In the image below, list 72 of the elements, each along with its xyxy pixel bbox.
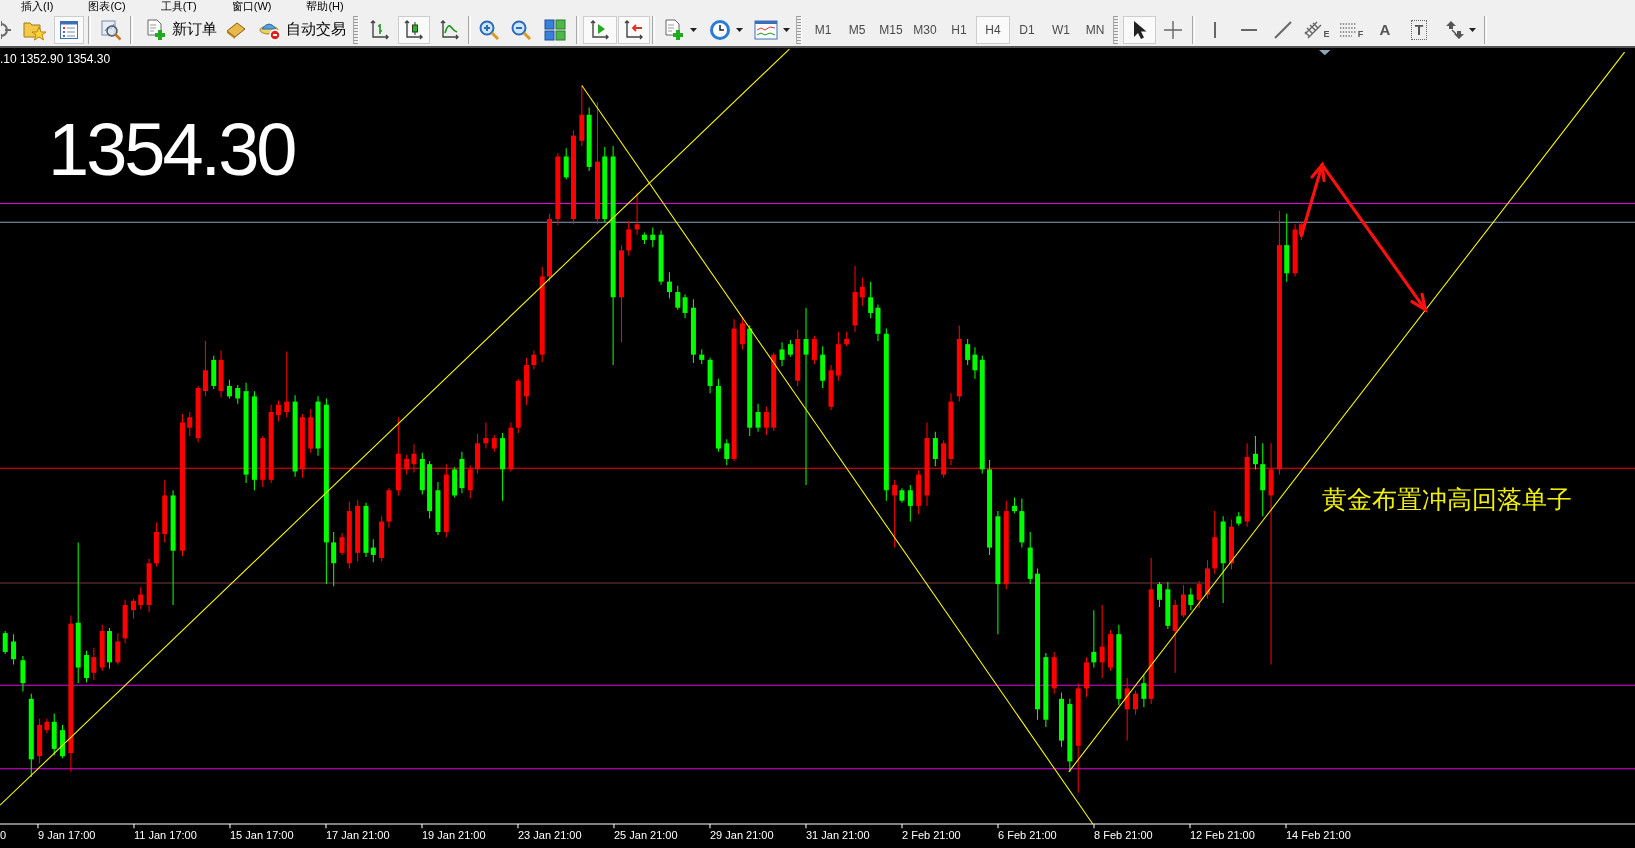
up-down-arrows-icon bbox=[1446, 19, 1464, 40]
time-label: 25 Jan 21:00 bbox=[614, 829, 678, 842]
vertical-line-icon bbox=[1213, 20, 1217, 39]
caret-icon bbox=[690, 27, 697, 32]
time-label: 2 Feb 21:00 bbox=[902, 829, 961, 842]
cursor-button[interactable] bbox=[1123, 15, 1156, 44]
timeframe-button[interactable]: H4 bbox=[976, 15, 1010, 44]
time-label: 9 Jan 17:00 bbox=[38, 829, 96, 842]
dotted-lines-icon bbox=[1338, 21, 1357, 38]
time-label: 15 Jan 17:00 bbox=[230, 829, 294, 842]
line-chart-icon bbox=[439, 18, 461, 41]
new-order-button[interactable]: 新订单 bbox=[140, 15, 218, 44]
menu-item[interactable]: 工具(T) bbox=[160, 0, 197, 13]
time-label: 23 Jan 21:00 bbox=[518, 829, 582, 842]
caret-icon bbox=[1469, 27, 1476, 32]
diagonal-line-icon bbox=[1274, 20, 1292, 39]
timeframe-button[interactable]: W1 bbox=[1044, 15, 1078, 44]
timeframe-button[interactable]: D1 bbox=[1010, 15, 1044, 44]
window-list-icon bbox=[59, 19, 79, 40]
clock-icon bbox=[709, 18, 731, 41]
auto-trading-button[interactable]: 自动交易 bbox=[254, 15, 350, 44]
text-label-button[interactable]: T bbox=[1402, 15, 1436, 44]
timeframe-button[interactable]: MN bbox=[1078, 15, 1112, 44]
cursor-icon bbox=[1132, 19, 1147, 40]
zoom-in-icon bbox=[478, 18, 500, 41]
time-label: 29 Jan 21:00 bbox=[710, 829, 774, 842]
crosshair-icon bbox=[1163, 19, 1183, 40]
document-plus-icon bbox=[663, 18, 685, 41]
caret-icon bbox=[783, 27, 790, 32]
hatched-lines-icon bbox=[1304, 20, 1323, 39]
price-readout: .10 1352.90 1354.30 bbox=[0, 52, 111, 66]
time-label: 31 Jan 21:00 bbox=[806, 829, 870, 842]
shift-marker-icon bbox=[1319, 50, 1331, 56]
menu-item[interactable]: 插入(I) bbox=[21, 0, 54, 13]
horizontal-line-icon bbox=[1240, 27, 1258, 32]
time-label: 14 Feb 21:00 bbox=[1286, 829, 1351, 842]
candlestick-icon bbox=[403, 18, 425, 41]
window-list-button[interactable] bbox=[54, 15, 84, 44]
grid-tiles-icon bbox=[544, 18, 566, 41]
fibonacci-lines-button[interactable]: F bbox=[1334, 15, 1368, 44]
axes-arrow-icon bbox=[623, 18, 645, 41]
timeframe-button[interactable]: M5 bbox=[840, 15, 874, 44]
time-label: 0 bbox=[0, 829, 7, 842]
timeframe-button[interactable]: H1 bbox=[942, 15, 976, 44]
time-label: 19 Jan 21:00 bbox=[422, 829, 486, 842]
timeframe-button[interactable]: M15 bbox=[874, 15, 908, 44]
document-plus-icon bbox=[145, 18, 167, 41]
caret-icon bbox=[736, 27, 743, 32]
time-label: 17 Jan 21:00 bbox=[326, 829, 390, 842]
timeframe-button[interactable]: M30 bbox=[908, 15, 942, 44]
time-label: 11 Jan 17:00 bbox=[134, 829, 197, 842]
menu-item[interactable]: 图表(C) bbox=[88, 0, 126, 13]
timeframe-button[interactable]: M1 bbox=[806, 15, 840, 44]
chart-note: 黄金布置冲高回落单子 bbox=[1322, 484, 1572, 514]
menu-item[interactable]: 窗口(W) bbox=[231, 0, 272, 13]
time-label: 6 Feb 21:00 bbox=[998, 829, 1057, 842]
auto-scroll-button[interactable] bbox=[618, 15, 650, 44]
ingot-icon bbox=[225, 20, 247, 39]
zoom-out-icon bbox=[510, 18, 532, 41]
chart-shift-button[interactable] bbox=[583, 15, 617, 44]
page-magnifier-icon bbox=[100, 18, 122, 41]
fibonacci-button[interactable]: E bbox=[1300, 15, 1334, 44]
menu-item[interactable]: 帮助(H) bbox=[306, 0, 344, 13]
current-price: 1354.30 bbox=[48, 113, 296, 187]
chart-window-icon bbox=[754, 19, 778, 40]
time-label: 12 Feb 21:00 bbox=[1190, 829, 1255, 842]
crosshair-circle-icon bbox=[1, 20, 11, 39]
bar-chart-icon bbox=[369, 18, 391, 41]
axes-triangle-icon bbox=[589, 18, 611, 41]
candlestick-button[interactable] bbox=[398, 15, 430, 44]
text-tool-button[interactable]: A bbox=[1368, 15, 1402, 44]
time-label: 8 Feb 21:00 bbox=[1094, 829, 1153, 842]
